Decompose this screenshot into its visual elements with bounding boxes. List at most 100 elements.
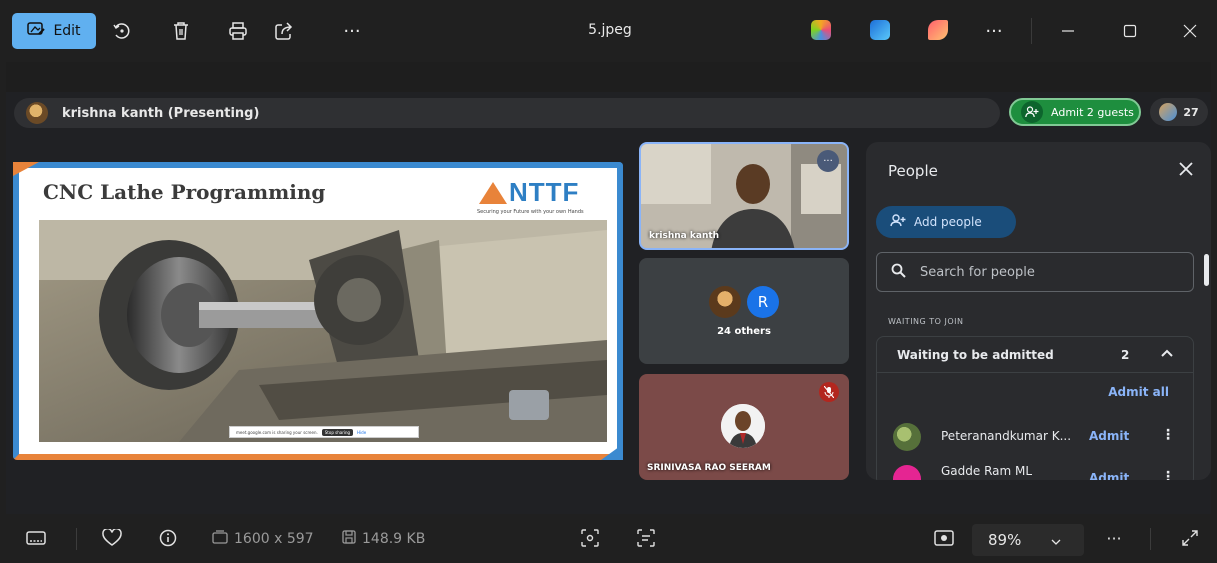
search-people-input[interactable]: Search for people [876, 252, 1194, 292]
hide-banner-link[interactable]: Hide [357, 430, 366, 435]
muted-mic-icon [819, 382, 839, 402]
participant-tile-krishna[interactable]: ··· krishna kanth [639, 142, 849, 250]
nttf-logo: NTTF Securing your Future with your own … [471, 176, 616, 220]
file-size-text: 148.9 KB [362, 531, 426, 547]
admit-guests-label: Admit 2 guests [1051, 105, 1134, 119]
presenter-bar: krishna kanth (Presenting) [14, 98, 1000, 128]
guest-avatar [893, 465, 921, 480]
guest-name: Gadde Ram ML [941, 464, 1033, 478]
edit-label: Edit [53, 23, 81, 39]
waiting-header[interactable]: Waiting to be admitted 2 [877, 337, 1193, 373]
print-icon[interactable] [220, 13, 256, 49]
search-icon [891, 263, 906, 282]
visual-search-icon[interactable] [578, 524, 602, 552]
other-avatar-letter: R [747, 286, 779, 318]
guest-more-icon[interactable]: ⋮ [1161, 469, 1175, 480]
tile-name-krishna: krishna kanth [649, 231, 720, 241]
srinivasa-avatar [721, 404, 765, 448]
image-canvas: krishna kanth (Presenting) Admit 2 guest… [6, 62, 1211, 514]
guest-avatar [893, 423, 921, 451]
maximize-icon[interactable] [1112, 13, 1148, 49]
people-panel: People Add people Search for people WAIT… [866, 142, 1211, 480]
admit-guest-button[interactable]: Admit [1089, 471, 1129, 480]
title-separator [1031, 18, 1032, 44]
clipchamp-icon[interactable] [928, 20, 948, 40]
tile-name-srinivasa: SRINIVASA RAO SEERAM [647, 463, 771, 473]
guest-name: Peteranandkumar K... [941, 429, 1072, 443]
others-count-label: 24 others [717, 326, 771, 337]
waiting-title: Waiting to be admitted [897, 348, 1054, 362]
file-title: 5.jpeg [588, 22, 632, 38]
presenter-text: krishna kanth (Presenting) [62, 105, 260, 121]
chevron-up-icon[interactable] [1161, 345, 1173, 361]
image-top-band [6, 62, 1211, 92]
status-more-icon[interactable]: ··· [1100, 524, 1128, 552]
add-people-button[interactable]: Add people [876, 206, 1016, 238]
copilot-icon[interactable] [811, 20, 831, 40]
person-add-icon [890, 214, 906, 230]
edit-button[interactable]: Edit [12, 13, 96, 49]
dimensions-text: 1600 x 597 [234, 531, 314, 547]
panel-scrollbar[interactable] [1204, 254, 1209, 286]
slide-title: CNC Lathe Programming [43, 180, 326, 204]
edit-image-icon [27, 21, 46, 41]
logo-tagline: Securing your Future with your own Hands [477, 209, 584, 215]
people-panel-title: People [888, 162, 938, 180]
zoom-dropdown[interactable]: 89% [972, 524, 1084, 556]
participant-tile-others[interactable]: R 24 others [639, 258, 849, 364]
more-options-icon[interactable]: ··· [334, 13, 370, 49]
heart-icon[interactable] [100, 524, 124, 552]
other-avatar-photo [709, 286, 741, 318]
tile-more-options-icon[interactable]: ··· [817, 150, 839, 172]
search-placeholder: Search for people [920, 264, 1035, 280]
list-item: Gadde Ram ML Admit ⋮ [893, 463, 1183, 480]
share-banner-text: meet.google.com is sharing your screen. [236, 429, 318, 435]
title-bar: Edit ··· 5.jpeg ··· [0, 0, 1217, 62]
waiting-count: 2 [1121, 348, 1130, 362]
info-icon[interactable] [156, 524, 180, 552]
text-scan-icon[interactable] [634, 524, 658, 552]
presentation-slide: CNC Lathe Programming NTTF Securing your… [13, 162, 623, 460]
status-separator [76, 528, 77, 550]
participants-avatar-icon [1159, 103, 1178, 121]
list-item: Peteranandkumar K... Admit ⋮ [893, 421, 1183, 451]
close-panel-icon[interactable] [1179, 160, 1193, 181]
rotate-icon[interactable] [104, 13, 140, 49]
person-add-icon [1021, 101, 1043, 123]
photos-app-window: Edit ··· 5.jpeg ··· krishna kanth (Prese… [0, 0, 1217, 563]
add-people-label: Add people [914, 215, 982, 229]
slide-corner-accent [601, 444, 623, 460]
others-avatars: R [709, 286, 789, 318]
guest-more-icon[interactable]: ⋮ [1161, 427, 1175, 443]
admit-guests-button[interactable]: Admit 2 guests [1009, 98, 1141, 126]
zoom-level: 89% [988, 531, 1022, 549]
share-icon[interactable] [266, 13, 302, 49]
participant-tile-srinivasa[interactable]: SRINIVASA RAO SEERAM [639, 374, 849, 480]
save-disk-icon [342, 530, 356, 548]
dimensions-icon [212, 530, 228, 548]
photos-editor-icon[interactable] [870, 20, 890, 40]
app-more-icon[interactable]: ··· [976, 13, 1012, 49]
close-window-icon[interactable] [1172, 13, 1208, 49]
presenter-avatar [26, 102, 48, 124]
waiting-section-label: WAITING TO JOIN [888, 317, 964, 326]
image-dimensions: 1600 x 597 [212, 530, 314, 548]
cnc-lathe-photo [39, 220, 607, 442]
chevron-down-icon [1051, 531, 1061, 549]
file-size: 148.9 KB [342, 530, 425, 548]
status-separator [1150, 528, 1151, 550]
participant-count-badge[interactable]: 27 [1150, 98, 1208, 126]
admit-guest-button[interactable]: Admit [1089, 429, 1129, 443]
admit-all-button[interactable]: Admit all [1108, 385, 1169, 399]
minimize-icon[interactable] [1050, 13, 1086, 49]
delete-icon[interactable] [163, 13, 199, 49]
logo-text: NTTF [509, 177, 580, 207]
filmstrip-icon[interactable] [24, 524, 48, 552]
fit-screen-icon[interactable] [932, 524, 956, 552]
participant-count: 27 [1183, 105, 1199, 119]
fullscreen-icon[interactable] [1178, 524, 1202, 552]
waiting-list: Waiting to be admitted 2 Admit all Peter… [876, 336, 1194, 480]
stop-sharing-button[interactable]: Stop sharing [321, 428, 354, 436]
slide-corner-accent [13, 162, 39, 176]
logo-triangle-icon [479, 182, 507, 204]
